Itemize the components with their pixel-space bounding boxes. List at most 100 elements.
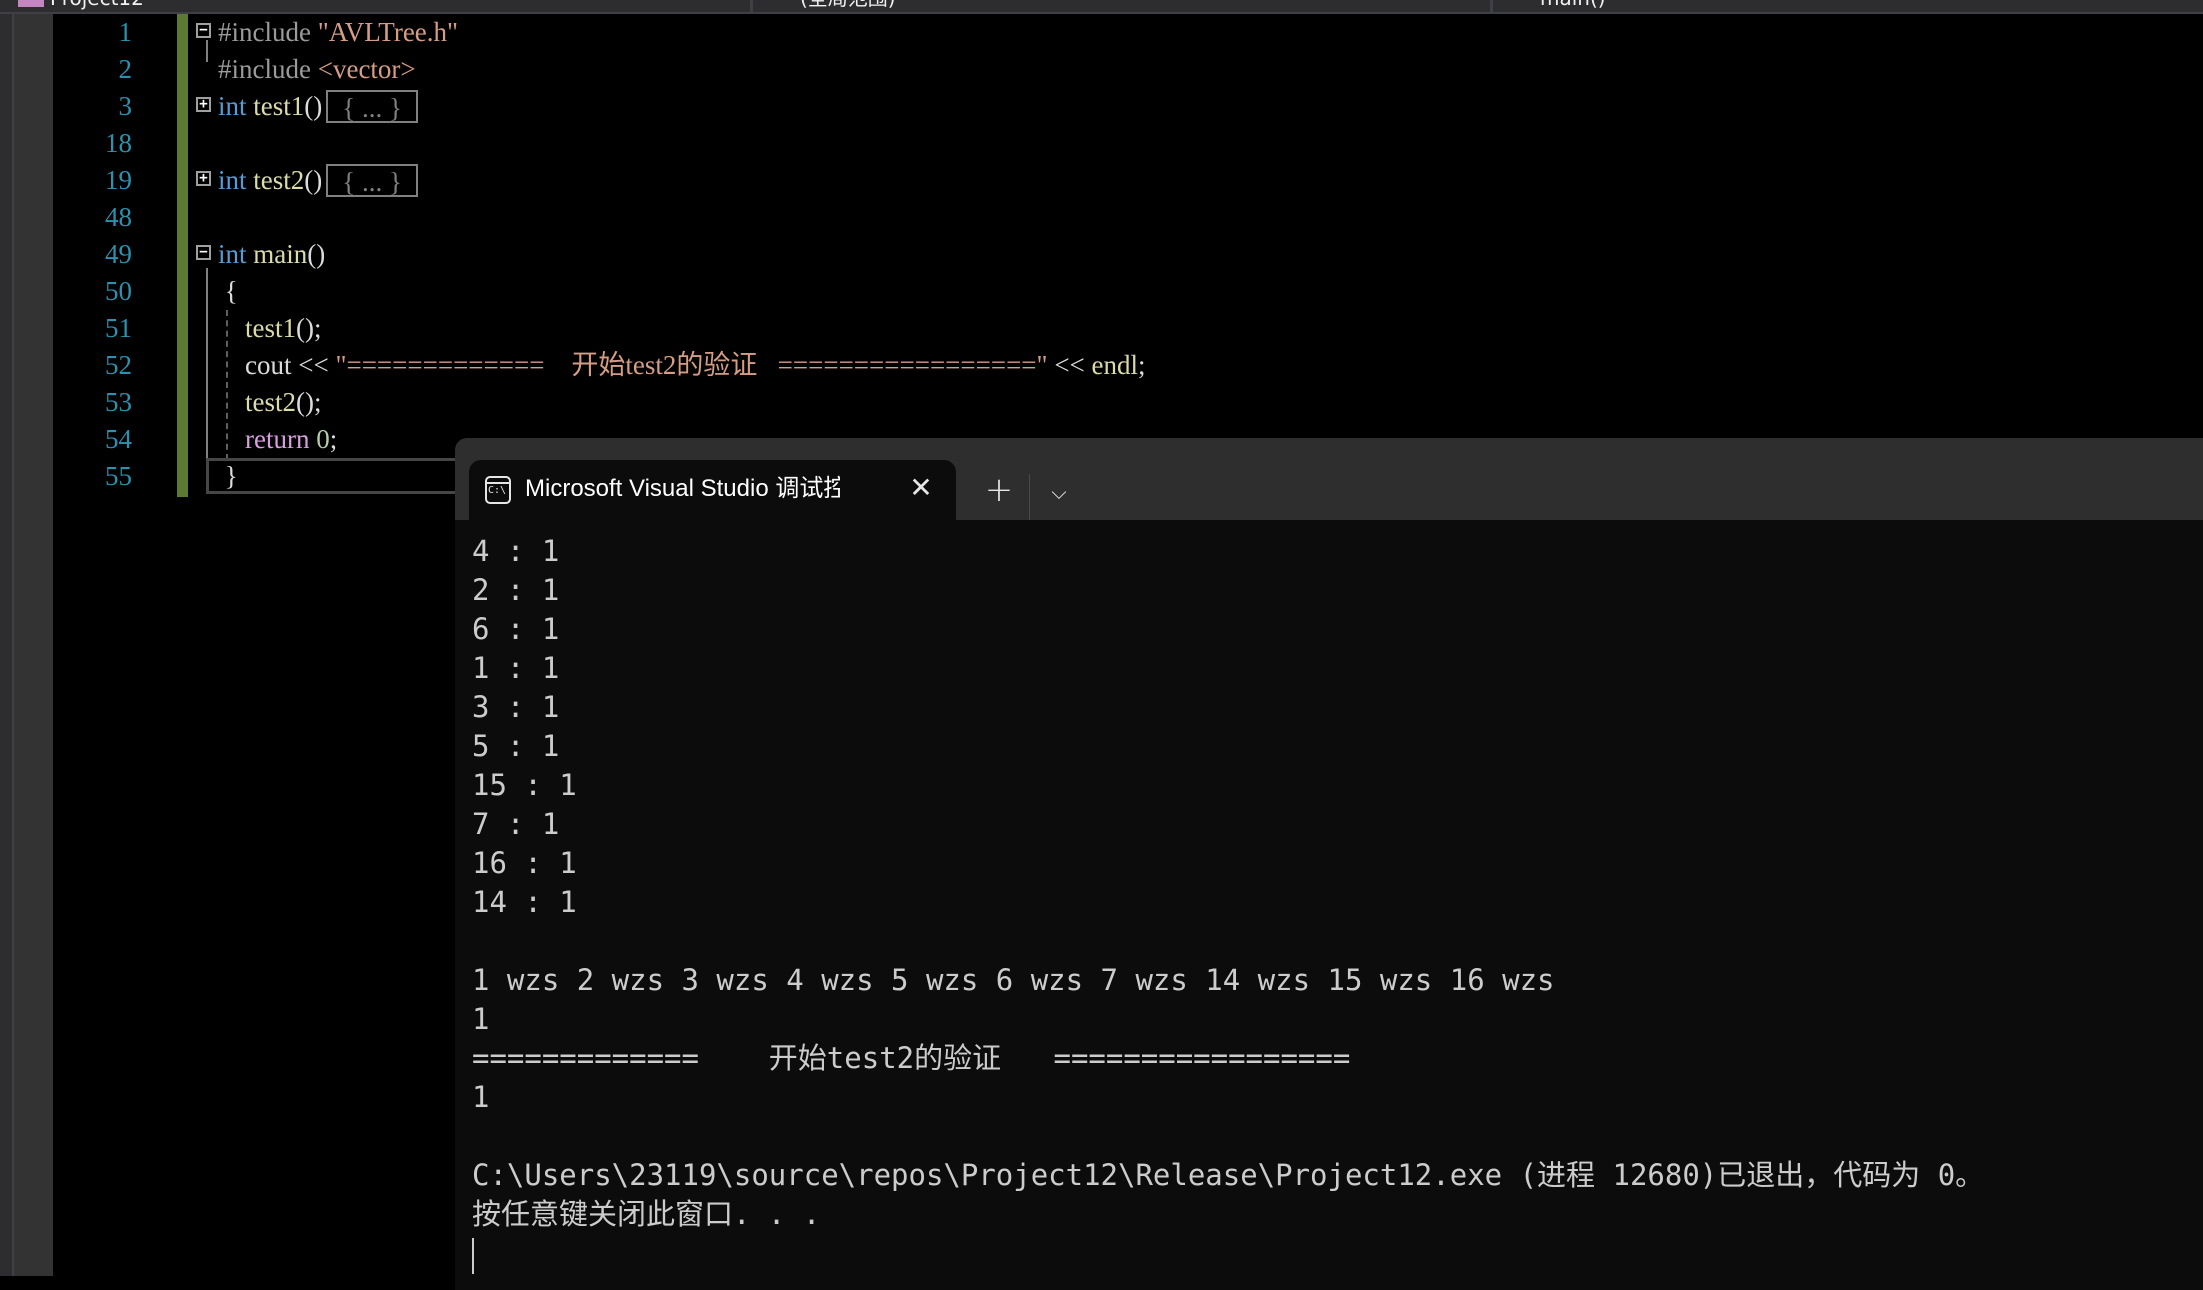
code-token: () xyxy=(304,91,323,121)
code-lines[interactable]: − #include "AVLTree.h" #include <vector> + i… xyxy=(196,14,1146,495)
code-token: endl xyxy=(1091,350,1139,380)
new-tab-button[interactable]: + xyxy=(979,472,1019,508)
code-line[interactable] xyxy=(196,199,1146,236)
line-number: 3 xyxy=(118,91,133,121)
code-line[interactable] xyxy=(196,125,1146,162)
code-token: "============= 开始test2的验证 ==============… xyxy=(335,350,1048,380)
line-number: 19 xyxy=(105,165,132,195)
code-token: #include xyxy=(218,54,318,84)
code-token: cout << xyxy=(218,350,336,380)
output-line: 3 : 1 xyxy=(472,690,560,724)
code-token: (); xyxy=(296,313,322,343)
code-line[interactable]: + int test2(){ ... } xyxy=(196,162,1146,199)
output-line: 7 : 1 xyxy=(472,807,560,841)
line-number: 50 xyxy=(105,276,132,306)
code-line[interactable]: − int main() xyxy=(196,236,1146,273)
expand-icon[interactable]: + xyxy=(196,171,211,186)
terminal-output: 4 : 1 2 : 1 6 : 1 1 : 1 3 : 1 5 : 1 15 : 1 7 : … xyxy=(472,532,1984,1234)
line-numbers: 1 2 3 18 19 48 49 50 51 52 53 54 55 xyxy=(54,14,132,495)
line-number: 18 xyxy=(105,128,132,158)
tab-title: Microsoft Visual Studio 调试控制台 xyxy=(525,475,840,502)
code-token: () xyxy=(307,239,326,269)
code-line[interactable]: cout << "============= 开始test2的验证 ======… xyxy=(196,347,1146,384)
code-line[interactable]: #include <vector> xyxy=(196,51,1146,88)
code-token: } xyxy=(218,461,238,491)
code-token: <vector> xyxy=(317,54,416,84)
output-line: 2 : 1 xyxy=(472,573,560,607)
output-line: 6 : 1 xyxy=(472,612,560,646)
chevron-down-icon[interactable]: ⌵ xyxy=(1037,474,1081,510)
collapsed-block[interactable]: { ... } xyxy=(326,164,418,197)
code-token: test2 xyxy=(245,387,296,417)
code-token: { xyxy=(218,276,238,306)
code-token: test2 xyxy=(253,165,305,195)
code-token: int xyxy=(218,239,247,269)
line-number: 54 xyxy=(105,424,132,454)
code-line[interactable]: test2(); xyxy=(196,384,1146,421)
code-line[interactable]: test1(); xyxy=(196,310,1146,347)
output-line: 15 : 1 xyxy=(472,768,577,802)
left-tool-strip xyxy=(0,14,12,1276)
change-tracking-bar xyxy=(177,14,188,497)
code-token: test1 xyxy=(245,313,296,343)
line-number: 2 xyxy=(118,54,133,84)
line-number: 52 xyxy=(105,350,132,380)
code-line[interactable]: + int test1(){ ... } xyxy=(196,88,1146,125)
code-token: return xyxy=(245,424,310,454)
close-icon[interactable]: ✕ xyxy=(905,470,937,506)
terminal-window: C:\ Microsoft Visual Studio 调试控制台 ✕ + ⌵ … xyxy=(455,438,2203,1290)
collapse-icon[interactable]: − xyxy=(196,23,211,38)
expand-icon[interactable]: + xyxy=(196,97,211,112)
scope-dropdown[interactable]: (全局范围) xyxy=(800,0,896,10)
code-token: main xyxy=(253,239,308,269)
collapsed-block[interactable]: { ... } xyxy=(326,90,418,123)
output-line: 1 : 1 xyxy=(472,651,560,685)
output-line: ============= 开始test2的验证 ===============… xyxy=(472,1041,1351,1075)
collapse-icon[interactable]: − xyxy=(196,245,211,260)
line-number: 48 xyxy=(105,202,132,232)
code-token: ; xyxy=(1138,350,1146,380)
code-token: () xyxy=(304,165,323,195)
terminal-tab[interactable]: C:\ Microsoft Visual Studio 调试控制台 ✕ xyxy=(469,460,956,520)
code-token: int xyxy=(218,165,247,195)
project-dropdown[interactable]: Project12 xyxy=(18,0,144,10)
output-line: 14 : 1 xyxy=(472,885,577,919)
code-token: (); xyxy=(296,387,322,417)
text-cursor xyxy=(472,1238,474,1274)
code-token: #include xyxy=(218,17,318,47)
output-line: C:\Users\23119\source\repos\Project12\Re… xyxy=(472,1158,1985,1192)
code-token: 0 xyxy=(316,424,330,454)
line-number: 1 xyxy=(118,17,133,47)
tab-divider xyxy=(1029,474,1030,520)
terminal-output-area[interactable]: 4 : 1 2 : 1 6 : 1 1 : 1 3 : 1 5 : 1 15 : 1 7 : … xyxy=(455,520,2203,1290)
output-line: 1 wzs 2 wzs 3 wzs 4 wzs 5 wzs 6 wzs 7 wz… xyxy=(472,963,1555,997)
line-number: 51 xyxy=(105,313,132,343)
project-icon xyxy=(18,0,44,7)
member-dropdown[interactable]: main() xyxy=(1540,0,1606,10)
project-name: Project12 xyxy=(50,0,144,10)
navigation-bar: Project12 (全局范围) main() xyxy=(0,0,2203,14)
output-line: 4 : 1 xyxy=(472,534,560,568)
navbar-divider xyxy=(750,0,753,12)
output-line: 按任意键关闭此窗口. . . xyxy=(472,1197,821,1231)
indicator-margin[interactable] xyxy=(14,14,53,1276)
code-token: ; xyxy=(329,424,338,454)
line-number: 49 xyxy=(105,239,132,269)
code-line[interactable]: { xyxy=(196,273,1146,310)
code-token: int xyxy=(218,91,247,121)
code-token: test1 xyxy=(253,91,305,121)
output-line: 1 xyxy=(472,1080,490,1114)
output-line: 16 : 1 xyxy=(472,846,577,880)
line-number: 55 xyxy=(105,461,132,491)
code-token: "AVLTree.h" xyxy=(317,17,459,47)
output-line: 5 : 1 xyxy=(472,729,560,763)
navbar-divider xyxy=(1490,0,1493,12)
code-line[interactable]: − #include "AVLTree.h" xyxy=(196,14,1146,51)
console-icon: C:\ xyxy=(485,476,511,504)
code-token: << xyxy=(1047,350,1092,380)
